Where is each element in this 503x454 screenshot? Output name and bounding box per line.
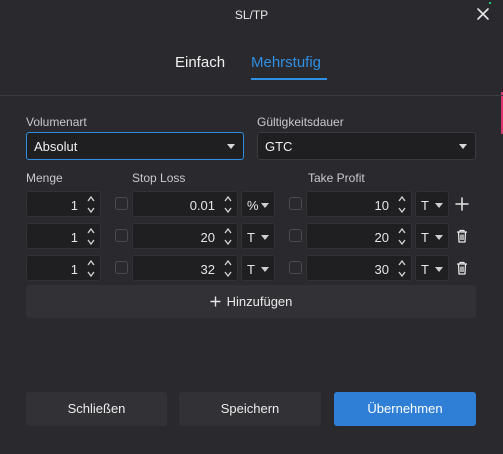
stop-loss-stepper[interactable]: 0.01 bbox=[132, 191, 238, 217]
chevron-down-icon bbox=[435, 235, 443, 240]
trash-icon[interactable] bbox=[454, 260, 470, 276]
plus-icon[interactable] bbox=[454, 196, 470, 212]
close-icon[interactable] bbox=[475, 6, 491, 22]
mode-tabs: Einfach Mehrstufig bbox=[0, 54, 503, 84]
chevron-down-icon[interactable] bbox=[223, 205, 233, 215]
quantity-header: Menge bbox=[26, 171, 63, 185]
add-level-content: Hinzufügen bbox=[26, 294, 476, 309]
save-button[interactable]: Speichern bbox=[179, 392, 321, 426]
take-profit-stepper[interactable]: 10 bbox=[306, 191, 412, 217]
take-profit-stepper[interactable]: 20 bbox=[306, 223, 412, 249]
chevron-down-icon[interactable] bbox=[223, 237, 233, 247]
take-profit-checkbox[interactable] bbox=[289, 261, 302, 274]
stop-loss-unit-select[interactable]: % bbox=[241, 191, 275, 217]
quantity-stepper[interactable]: 1 bbox=[26, 191, 101, 217]
take-profit-checkbox[interactable] bbox=[289, 197, 302, 210]
stop-loss-checkbox[interactable] bbox=[115, 197, 128, 210]
take-profit-unit-select[interactable]: T bbox=[415, 255, 449, 281]
chevron-down-icon[interactable] bbox=[397, 237, 407, 247]
chevron-down-icon[interactable] bbox=[397, 269, 407, 279]
chevron-up-icon[interactable] bbox=[86, 194, 96, 204]
validity-value: GTC bbox=[265, 139, 293, 154]
apply-button[interactable]: Übernehmen bbox=[334, 392, 476, 426]
stop-loss-stepper[interactable]: 32 bbox=[132, 255, 238, 281]
close-button[interactable]: Schließen bbox=[26, 392, 167, 426]
chevron-down-icon[interactable] bbox=[397, 205, 407, 215]
chevron-down-icon bbox=[261, 267, 269, 272]
chevron-up-icon[interactable] bbox=[397, 258, 407, 268]
validity-select[interactable]: GTC bbox=[257, 132, 476, 160]
chevron-down-icon bbox=[435, 203, 443, 208]
take-profit-unit-select[interactable]: T bbox=[415, 223, 449, 249]
trash-icon[interactable] bbox=[454, 228, 470, 244]
stop-loss-stepper[interactable]: 20 bbox=[132, 223, 238, 249]
take-profit-stepper[interactable]: 30 bbox=[306, 255, 412, 281]
stop-loss-unit-select[interactable]: T bbox=[241, 223, 275, 249]
status-dot bbox=[489, 2, 491, 4]
chevron-down-icon[interactable] bbox=[86, 205, 96, 215]
stop-loss-checkbox[interactable] bbox=[115, 229, 128, 242]
chevron-down-icon bbox=[227, 144, 235, 149]
quantity-stepper[interactable]: 1 bbox=[26, 223, 101, 249]
chevron-down-icon[interactable] bbox=[86, 269, 96, 279]
tab-multistage[interactable]: Mehrstufig bbox=[251, 54, 321, 71]
chevron-up-icon[interactable] bbox=[86, 226, 96, 236]
add-level-label: Hinzufügen bbox=[226, 294, 293, 309]
volume-type-label: Volumenart bbox=[26, 115, 87, 129]
stop-loss-unit-select[interactable]: T bbox=[241, 255, 275, 281]
chevron-down-icon bbox=[435, 267, 443, 272]
volume-type-value: Absolut bbox=[34, 139, 78, 154]
plus-icon bbox=[210, 296, 221, 307]
chevron-up-icon[interactable] bbox=[223, 226, 233, 236]
window-title: SL/TP bbox=[234, 8, 269, 22]
chevron-down-icon[interactable] bbox=[223, 269, 233, 279]
validity-label: Gültigkeitsdauer bbox=[257, 115, 344, 129]
take-profit-checkbox[interactable] bbox=[289, 229, 302, 242]
volume-type-select[interactable]: Absolut bbox=[26, 132, 244, 160]
divider bbox=[0, 95, 503, 96]
stop-loss-checkbox[interactable] bbox=[115, 261, 128, 274]
active-tab-indicator bbox=[251, 78, 327, 80]
tab-simple[interactable]: Einfach bbox=[175, 54, 225, 71]
chevron-up-icon[interactable] bbox=[397, 226, 407, 236]
title-bar: SL/TP bbox=[0, 0, 503, 30]
chevron-down-icon bbox=[261, 235, 269, 240]
stop-loss-header: Stop Loss bbox=[132, 171, 186, 185]
quantity-stepper[interactable]: 1 bbox=[26, 255, 101, 281]
take-profit-header: Take Profit bbox=[308, 171, 365, 185]
chevron-up-icon[interactable] bbox=[86, 258, 96, 268]
chevron-up-icon[interactable] bbox=[223, 194, 233, 204]
add-level-button[interactable]: Hinzufügen bbox=[26, 285, 476, 318]
chevron-down-icon[interactable] bbox=[86, 237, 96, 247]
chevron-down-icon bbox=[261, 203, 269, 208]
chevron-down-icon bbox=[459, 144, 467, 149]
chevron-up-icon[interactable] bbox=[223, 258, 233, 268]
take-profit-unit-select[interactable]: T bbox=[415, 191, 449, 217]
chevron-up-icon[interactable] bbox=[397, 194, 407, 204]
